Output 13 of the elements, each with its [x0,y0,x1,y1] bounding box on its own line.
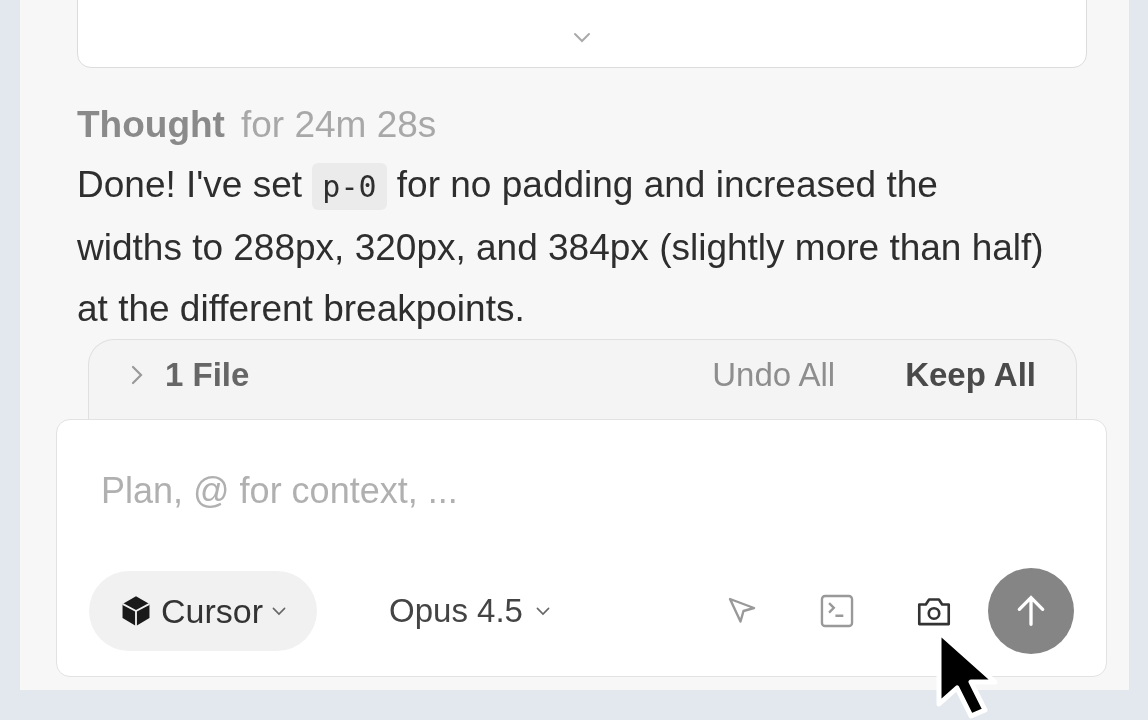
file-count: 1 File [165,355,250,394]
assistant-message: Done! I've set p-0 for no padding and increased the widths to 288px, 320px, and 384px (slightly more than half) at the different breakpoints. [77,162,1045,331]
thought-label: Thought [77,104,225,146]
keep-all-button[interactable]: Keep All [905,355,1036,394]
terminal-icon[interactable] [818,592,856,630]
chevron-down-icon [572,31,592,43]
mode-selector[interactable]: Cursor [89,571,318,651]
prompt-input[interactable]: Plan, @ for context, ... [89,470,713,512]
cube-icon [119,594,153,628]
thought-duration: for 24m 28s [240,104,437,146]
model-selector[interactable]: Opus 4.5 [383,591,557,631]
chevron-down-icon [534,606,551,616]
chevron-down-icon [271,606,288,616]
